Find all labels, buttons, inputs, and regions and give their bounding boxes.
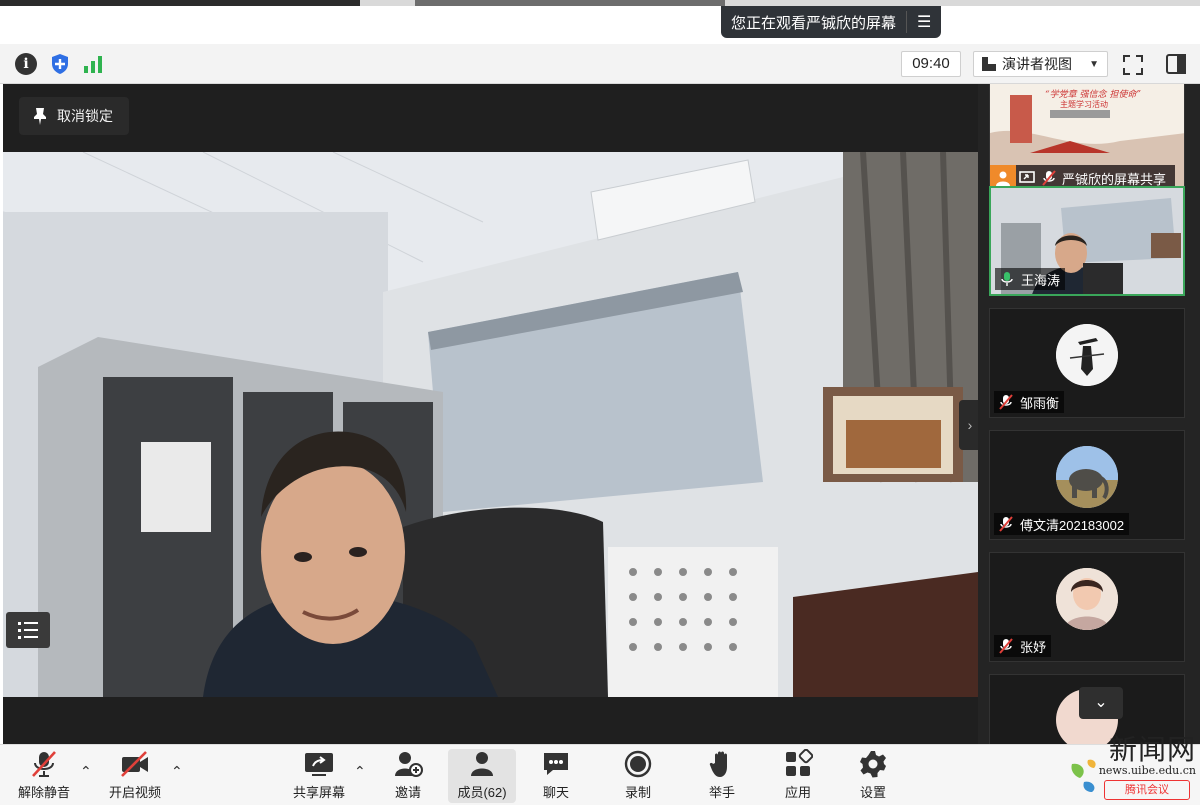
invite-button[interactable]: 邀请 xyxy=(387,749,429,803)
settings-button[interactable]: 设置 xyxy=(853,749,893,803)
top-toolbar: i 09:40 演讲者视图 ▼ xyxy=(0,44,1200,84)
watermark-url: news.uibe.edu.cn xyxy=(1098,764,1196,777)
raise-hand-label: 举手 xyxy=(708,785,735,800)
watermark-title: 新闻网 xyxy=(1108,733,1196,766)
start-video-button[interactable]: 开启视频 xyxy=(104,749,166,803)
members-icon xyxy=(466,749,498,779)
pin-icon xyxy=(34,108,46,125)
desktop-strip xyxy=(0,0,1200,6)
participants-panel: “学党章 强信念 担使命” 主题学习活动 严铖欣的屏幕共享 王海涛 邹雨衡 傅文… xyxy=(978,84,1200,744)
list-toggle-button[interactable] xyxy=(6,612,50,648)
participant-name: 邹雨衡 xyxy=(1020,395,1060,411)
elephant-avatar xyxy=(1056,446,1118,508)
view-mode-label: 演讲者视图 xyxy=(1002,56,1072,72)
participant-label: 王海涛 xyxy=(995,268,1066,290)
chat-icon xyxy=(540,749,572,779)
participant-tile-active[interactable]: 王海涛 xyxy=(989,186,1185,296)
shield-icon[interactable] xyxy=(49,53,71,75)
leaf-logo-icon xyxy=(1071,759,1096,792)
share-screen-icon xyxy=(303,749,335,779)
meeting-window: 您正在观看严铖欣的屏幕 ☰ i 09:40 演讲者视图 ▼ 取消锁定 › “学党… xyxy=(0,0,1200,805)
participant-tile[interactable]: 傅文清202183002 xyxy=(989,430,1185,540)
members-button[interactable]: 成员(62) xyxy=(448,749,516,803)
chat-label: 聊天 xyxy=(542,785,569,800)
participant-tile-screen-share[interactable]: “学党章 强信念 担使命” 主题学习活动 严铖欣的屏幕共享 xyxy=(989,84,1185,192)
mic-muted-icon xyxy=(28,749,60,779)
chevron-up-icon[interactable]: ⌃ xyxy=(80,763,92,780)
fullscreen-icon[interactable] xyxy=(1122,54,1144,76)
speaker-view-icon xyxy=(982,57,996,71)
unmute-button[interactable]: 解除静音 xyxy=(14,749,74,803)
add-user-icon xyxy=(392,749,424,779)
scroll-down-button[interactable]: ⌄ xyxy=(1079,687,1123,719)
participant-name: 严铖欣的屏幕共享 xyxy=(1062,171,1167,187)
chevron-up-icon[interactable]: ⌃ xyxy=(171,763,183,780)
invite-label: 邀请 xyxy=(394,785,421,800)
watermark-badge: 腾讯会议 xyxy=(1104,780,1190,800)
hand-icon xyxy=(706,749,738,779)
apps-label: 应用 xyxy=(784,785,811,800)
unmute-label: 解除静音 xyxy=(17,785,70,800)
participant-label: 傅文清202183002 xyxy=(994,513,1130,535)
person-avatar xyxy=(1056,568,1118,630)
record-label: 录制 xyxy=(624,785,651,800)
camera-off-icon xyxy=(119,749,151,779)
desktop-strip-mid xyxy=(415,0,725,6)
apps-icon xyxy=(782,749,814,779)
start-video-label: 开启视频 xyxy=(108,785,161,800)
raise-hand-button[interactable]: 举手 xyxy=(702,749,742,803)
bottom-toolbar: 解除静音 ⌃ 开启视频 ⌃ 共享屏幕 ⌃ 邀请 成员(62) 聊天 录制 举手 … xyxy=(0,744,1200,805)
meeting-timer: 09:40 xyxy=(901,51,961,77)
unpin-button[interactable]: 取消锁定 xyxy=(19,97,129,135)
participant-label: 邹雨衡 xyxy=(994,391,1065,413)
record-button[interactable]: 录制 xyxy=(618,749,658,803)
view-mode-select[interactable]: 演讲者视图 ▼ xyxy=(973,51,1108,77)
desktop-strip-dark xyxy=(0,0,360,6)
news-watermark: 新闻网 news.uibe.edu.cn 腾讯会议 xyxy=(1068,728,1200,805)
sidebar-toggle-icon[interactable] xyxy=(1165,53,1187,75)
share-banner-text: 您正在观看严铖欣的屏幕 xyxy=(731,14,897,32)
participant-tile[interactable]: 张妤 xyxy=(989,552,1185,662)
mic-muted-icon xyxy=(999,516,1013,532)
mic-on-icon xyxy=(1001,272,1013,286)
participant-name: 王海涛 xyxy=(1021,272,1061,288)
members-label: 成员(62) xyxy=(457,785,507,800)
participant-name: 张妤 xyxy=(1020,639,1047,655)
mic-muted-icon xyxy=(999,638,1013,654)
share-screen-button[interactable]: 共享屏幕 xyxy=(290,749,348,803)
participant-tile[interactable]: 邹雨衡 xyxy=(989,308,1185,418)
signal-strength-icon[interactable] xyxy=(82,53,104,75)
record-icon xyxy=(622,749,654,779)
banner-divider xyxy=(906,11,908,33)
chevron-down-icon: ⌄ xyxy=(1094,694,1108,711)
list-icon xyxy=(18,622,38,639)
office-scene xyxy=(3,152,978,697)
info-icon[interactable]: i xyxy=(15,53,37,75)
swordsman-avatar xyxy=(1056,324,1118,386)
menu-icon[interactable]: ☰ xyxy=(917,12,931,32)
apps-button[interactable]: 应用 xyxy=(778,749,818,803)
gear-icon xyxy=(857,749,889,779)
chat-button[interactable]: 聊天 xyxy=(536,749,576,803)
main-stage: 取消锁定 › xyxy=(3,84,981,744)
share-screen-label: 共享屏幕 xyxy=(292,785,345,800)
mic-muted-icon xyxy=(999,394,1013,410)
chevron-up-icon[interactable]: ⌃ xyxy=(354,763,366,780)
settings-label: 设置 xyxy=(859,785,886,800)
slide-subtitle: 主题学习活动 xyxy=(1060,100,1108,109)
screen-share-banner[interactable]: 您正在观看严铖欣的屏幕 ☰ xyxy=(721,6,941,38)
speaker-video xyxy=(3,152,978,697)
participant-label: 张妤 xyxy=(994,635,1052,657)
participant-name: 傅文清202183002 xyxy=(1020,517,1125,533)
unpin-label: 取消锁定 xyxy=(57,108,113,124)
caret-down-icon: ▼ xyxy=(1089,58,1099,70)
